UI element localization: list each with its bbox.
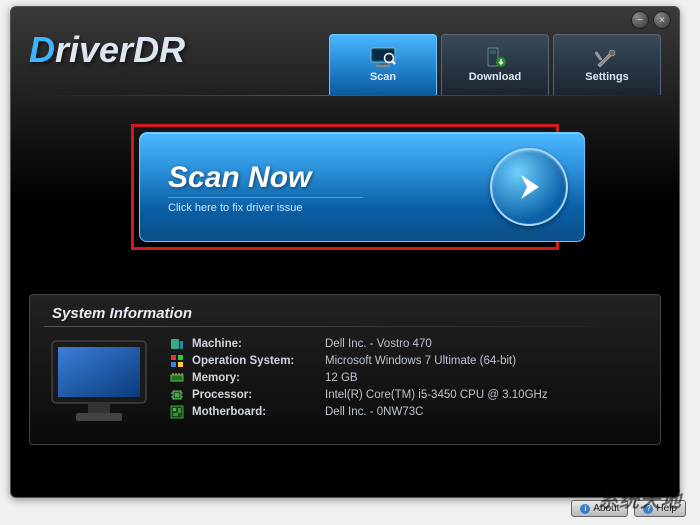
tab-label: Download	[469, 71, 522, 83]
logo-letter: D	[29, 29, 55, 70]
info-label: Memory:	[192, 372, 317, 384]
info-row-machine: Machine: Dell Inc. - Vostro 470	[170, 335, 646, 352]
help-label: Help	[656, 503, 677, 514]
tab-bar: Scan Download Settings	[329, 34, 661, 95]
scan-highlight-frame: Scan Now Click here to fix driver issue	[131, 124, 559, 250]
info-row-memory: Memory: 12 GB	[170, 369, 646, 386]
about-label: About	[593, 503, 619, 514]
cpu-icon	[170, 388, 184, 402]
info-value: 12 GB	[325, 372, 358, 384]
monitor-scan-icon	[369, 47, 397, 69]
info-value: Intel(R) Core(TM) i5-3450 CPU @ 3.10GHz	[325, 389, 548, 401]
info-label: Motherboard:	[192, 406, 317, 418]
info-icon: i	[580, 504, 590, 514]
system-info-body: Machine: Dell Inc. - Vostro 470 Operatio…	[44, 335, 646, 430]
os-icon	[170, 354, 184, 368]
close-button[interactable]: ×	[653, 11, 671, 29]
window-controls: − ×	[631, 11, 671, 29]
motherboard-icon	[170, 405, 184, 419]
about-button[interactable]: i About	[571, 500, 628, 517]
logo-rest: riverDR	[55, 29, 185, 70]
info-label: Operation System:	[192, 355, 317, 367]
play-arrow-icon	[490, 148, 568, 226]
header: DriverDR Scan Download Settings	[11, 7, 679, 95]
app-logo: DriverDR	[29, 29, 185, 71]
tab-label: Scan	[370, 71, 396, 83]
tab-scan[interactable]: Scan	[329, 34, 437, 95]
app-window: − × DriverDR Scan Download	[10, 6, 680, 498]
info-value: Dell Inc. - Vostro 470	[325, 338, 432, 350]
monitor-icon	[44, 335, 154, 430]
minimize-button[interactable]: −	[631, 11, 649, 29]
tab-label: Settings	[585, 71, 628, 83]
system-info-title: System Information	[52, 305, 646, 322]
info-value: Dell Inc. - 0NW73C	[325, 406, 423, 418]
divider	[44, 326, 646, 327]
help-icon: ?	[643, 504, 653, 514]
main-area: Scan Now Click here to fix driver issue	[11, 96, 679, 268]
info-label: Processor:	[192, 389, 317, 401]
info-row-motherboard: Motherboard: Dell Inc. - 0NW73C	[170, 403, 646, 420]
scan-text-block: Scan Now Click here to fix driver issue	[168, 161, 490, 214]
machine-icon	[170, 337, 184, 351]
memory-icon	[170, 371, 184, 385]
info-row-processor: Processor: Intel(R) Core(TM) i5-3450 CPU…	[170, 386, 646, 403]
footer-buttons: i About ? Help	[571, 500, 686, 517]
scan-title: Scan Now	[168, 161, 490, 195]
info-value: Microsoft Windows 7 Ultimate (64-bit)	[325, 355, 516, 367]
help-button[interactable]: ? Help	[634, 500, 686, 517]
info-table: Machine: Dell Inc. - Vostro 470 Operatio…	[170, 335, 646, 430]
info-row-os: Operation System: Microsoft Windows 7 Ul…	[170, 352, 646, 369]
system-info-panel: System Information Machine: Dell Inc. - …	[29, 294, 661, 445]
tab-download[interactable]: Download	[441, 34, 549, 95]
scan-subtitle: Click here to fix driver issue	[168, 197, 363, 214]
download-icon	[481, 47, 509, 69]
info-label: Machine:	[192, 338, 317, 350]
tab-settings[interactable]: Settings	[553, 34, 661, 95]
settings-icon	[593, 47, 621, 69]
scan-now-button[interactable]: Scan Now Click here to fix driver issue	[139, 132, 585, 242]
